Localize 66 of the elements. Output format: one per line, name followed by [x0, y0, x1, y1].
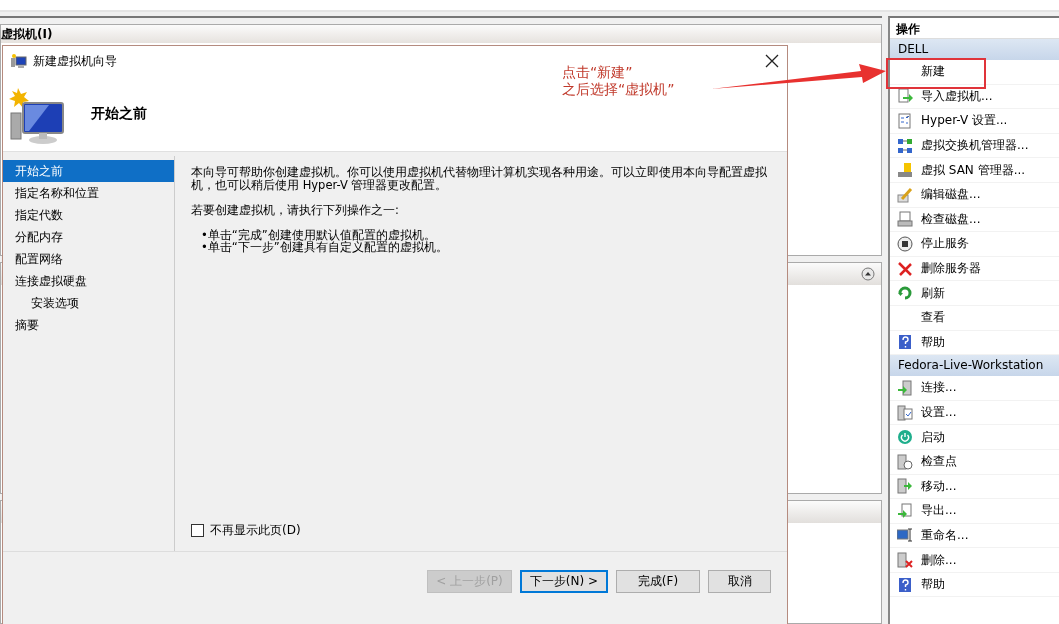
action-icon: [897, 186, 913, 203]
action-icon: [897, 379, 913, 396]
instruction-text: 若要创建虚拟机，请执行下列操作之一:: [191, 204, 400, 217]
action-item[interactable]: 帮助: [890, 572, 1059, 598]
wizard-button[interactable]: 完成(F): [616, 570, 700, 593]
panel-title: 虚拟机(I): [1, 25, 881, 43]
action-item[interactable]: 启动: [890, 425, 1059, 450]
action-item[interactable]: 检查点: [890, 449, 1059, 475]
checkbox[interactable]: [191, 524, 204, 537]
dialog-title: 新建虚拟机向导: [33, 52, 117, 70]
action-item[interactable]: 停止服务: [890, 232, 1059, 257]
action-icon: [897, 88, 913, 105]
section-header: Fedora-Live-Workstation: [890, 355, 1059, 377]
action-icon: [897, 162, 913, 179]
intro-text: 本向导可帮助你创建虚拟机。你可以使用虚拟机代替物理计算机实现各种用途。可以立即使用本向导配置虚拟机，也可以稍后使用 Hyper-V 管理器更改配置。: [191, 166, 768, 192]
action-icon: [897, 576, 913, 593]
action-icon: [897, 404, 913, 421]
action-item[interactable]: 重命名...: [890, 523, 1059, 549]
action-item[interactable]: 删除...: [890, 548, 1059, 573]
action-item[interactable]: 检查磁盘...: [890, 207, 1059, 233]
action-icon: [897, 527, 913, 544]
action-item[interactable]: 刷新: [890, 281, 1059, 306]
action-item[interactable]: 虚拟 SAN 管理器...: [890, 158, 1059, 183]
action-item[interactable]: 新建: [890, 60, 1059, 85]
page-heading: 开始之前: [91, 104, 147, 123]
wizard-button[interactable]: 取消: [708, 570, 771, 593]
checkbox-label[interactable]: 不再显示此页(D): [210, 522, 301, 539]
action-item[interactable]: 设置...: [890, 400, 1059, 426]
wizard-step[interactable]: 指定名称和位置: [3, 182, 174, 204]
wizard-step[interactable]: 安装选项: [3, 292, 174, 314]
wizard-step[interactable]: 分配内存: [3, 226, 174, 248]
action-icon: [897, 502, 913, 519]
action-item[interactable]: 编辑磁盘...: [890, 182, 1059, 208]
action-icon: [897, 113, 913, 129]
action-item[interactable]: 连接...: [890, 376, 1059, 401]
bullet-text: •单击“完成”创建使用默认值配置的虚拟机。: [201, 229, 437, 241]
chevron-up-icon: [861, 267, 875, 281]
action-item[interactable]: 导入虚拟机...: [890, 84, 1059, 110]
action-icon: [897, 137, 913, 154]
action-icon: [897, 260, 913, 277]
action-item[interactable]: 移动...: [890, 474, 1059, 500]
action-item[interactable]: 导出...: [890, 499, 1059, 524]
wizard-step[interactable]: 连接虚拟硬盘: [3, 270, 174, 292]
action-icon: [897, 285, 913, 302]
action-icon: [897, 552, 913, 569]
action-icon: [897, 211, 913, 228]
action-item[interactable]: 虚拟交换机管理器...: [890, 133, 1059, 159]
bullet-text: •单击“下一步”创建具有自定义配置的虚拟机。: [201, 241, 449, 253]
action-icon: [897, 478, 913, 495]
wizard-step[interactable]: 配置网络: [3, 248, 174, 270]
wizard-step[interactable]: 指定代数: [3, 204, 174, 226]
action-icon: [897, 453, 913, 470]
action-icon: [897, 429, 913, 446]
action-icon: [897, 235, 913, 252]
collapse-button[interactable]: [861, 267, 875, 281]
action-icon: [897, 334, 913, 351]
close-icon: [765, 54, 779, 68]
wizard-button[interactable]: 下一步(N) >: [519, 570, 608, 593]
action-item[interactable]: 查看: [890, 305, 1059, 331]
computer-icon: [11, 54, 27, 68]
wizard-step[interactable]: 摘要: [3, 314, 174, 336]
wizard-step[interactable]: 开始之前: [3, 160, 174, 182]
action-item[interactable]: Hyper-V 设置...: [890, 109, 1059, 134]
annotation-text: 点击“新建” 之后选择“虚拟机”: [562, 64, 675, 98]
action-item[interactable]: 删除服务器: [890, 256, 1059, 282]
section-header: DELL: [890, 39, 1059, 60]
